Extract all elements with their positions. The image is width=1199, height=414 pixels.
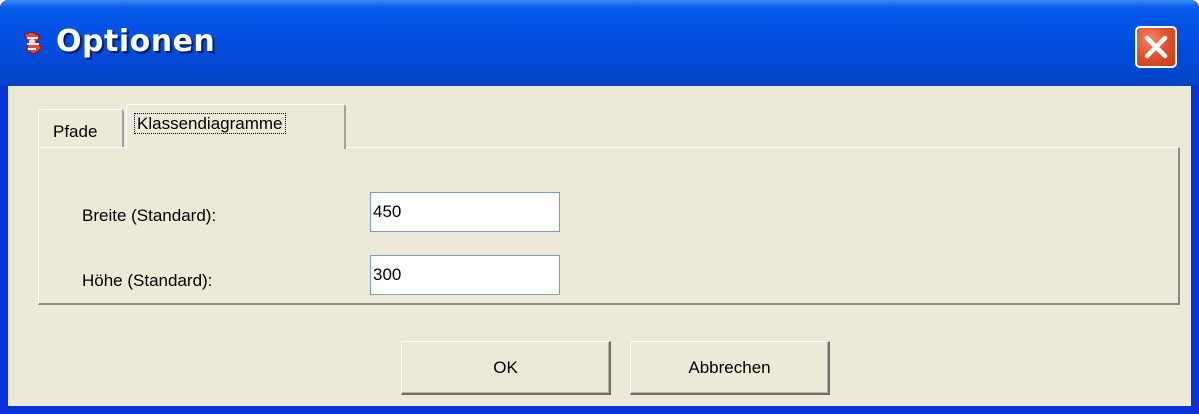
close-icon bbox=[1144, 35, 1168, 59]
tab-pfade[interactable]: Pfade bbox=[38, 109, 124, 147]
cancel-button[interactable]: Abbrechen bbox=[630, 341, 830, 395]
title-bar[interactable]: Optionen bbox=[0, 0, 1199, 86]
tab-label: Pfade bbox=[53, 122, 98, 141]
window-title: Optionen bbox=[56, 24, 216, 59]
dialog-body: Pfade Klassendiagramme Breite (Standard)… bbox=[8, 86, 1191, 406]
width-input[interactable] bbox=[370, 192, 560, 232]
tab-panel: Breite (Standard): Höhe (Standard): bbox=[38, 147, 1180, 305]
app-icon bbox=[18, 28, 48, 58]
tab-label: Klassendiagramme bbox=[134, 113, 286, 134]
height-input[interactable] bbox=[370, 255, 560, 295]
height-label: Höhe (Standard): bbox=[82, 271, 213, 290]
options-dialog: Optionen Pfade Klassendiagramme Breite (… bbox=[0, 0, 1199, 414]
width-label: Breite (Standard): bbox=[82, 206, 217, 225]
ok-button[interactable]: OK bbox=[401, 341, 611, 395]
close-button[interactable] bbox=[1135, 26, 1177, 68]
tab-klassendiagramme[interactable]: Klassendiagramme bbox=[126, 104, 346, 149]
